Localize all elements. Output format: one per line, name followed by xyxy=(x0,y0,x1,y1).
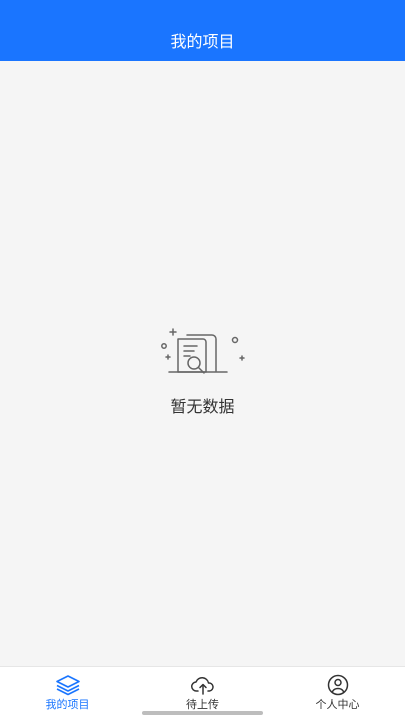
home-indicator[interactable] xyxy=(142,711,263,715)
tab-label: 个人中心 xyxy=(315,698,360,711)
tab-label: 待上传 xyxy=(186,698,219,711)
layers-icon xyxy=(55,675,80,696)
app-header: 我的项目 xyxy=(0,0,405,61)
tab-label: 我的项目 xyxy=(45,698,90,711)
user-circle-icon xyxy=(327,674,348,696)
empty-state-message: 暂无数据 xyxy=(170,397,235,416)
empty-state: 暂无数据 xyxy=(0,325,405,425)
tab-my-projects[interactable]: 我的项目 xyxy=(0,667,135,720)
page-title: 我的项目 xyxy=(170,32,235,51)
tab-personal-center[interactable]: 个人中心 xyxy=(270,667,405,720)
app-screen: 我的项目 暂无数据 我的项目 待上传 个人中心 xyxy=(0,0,405,720)
document-search-icon xyxy=(161,328,245,374)
cloud-upload-icon xyxy=(190,676,214,695)
